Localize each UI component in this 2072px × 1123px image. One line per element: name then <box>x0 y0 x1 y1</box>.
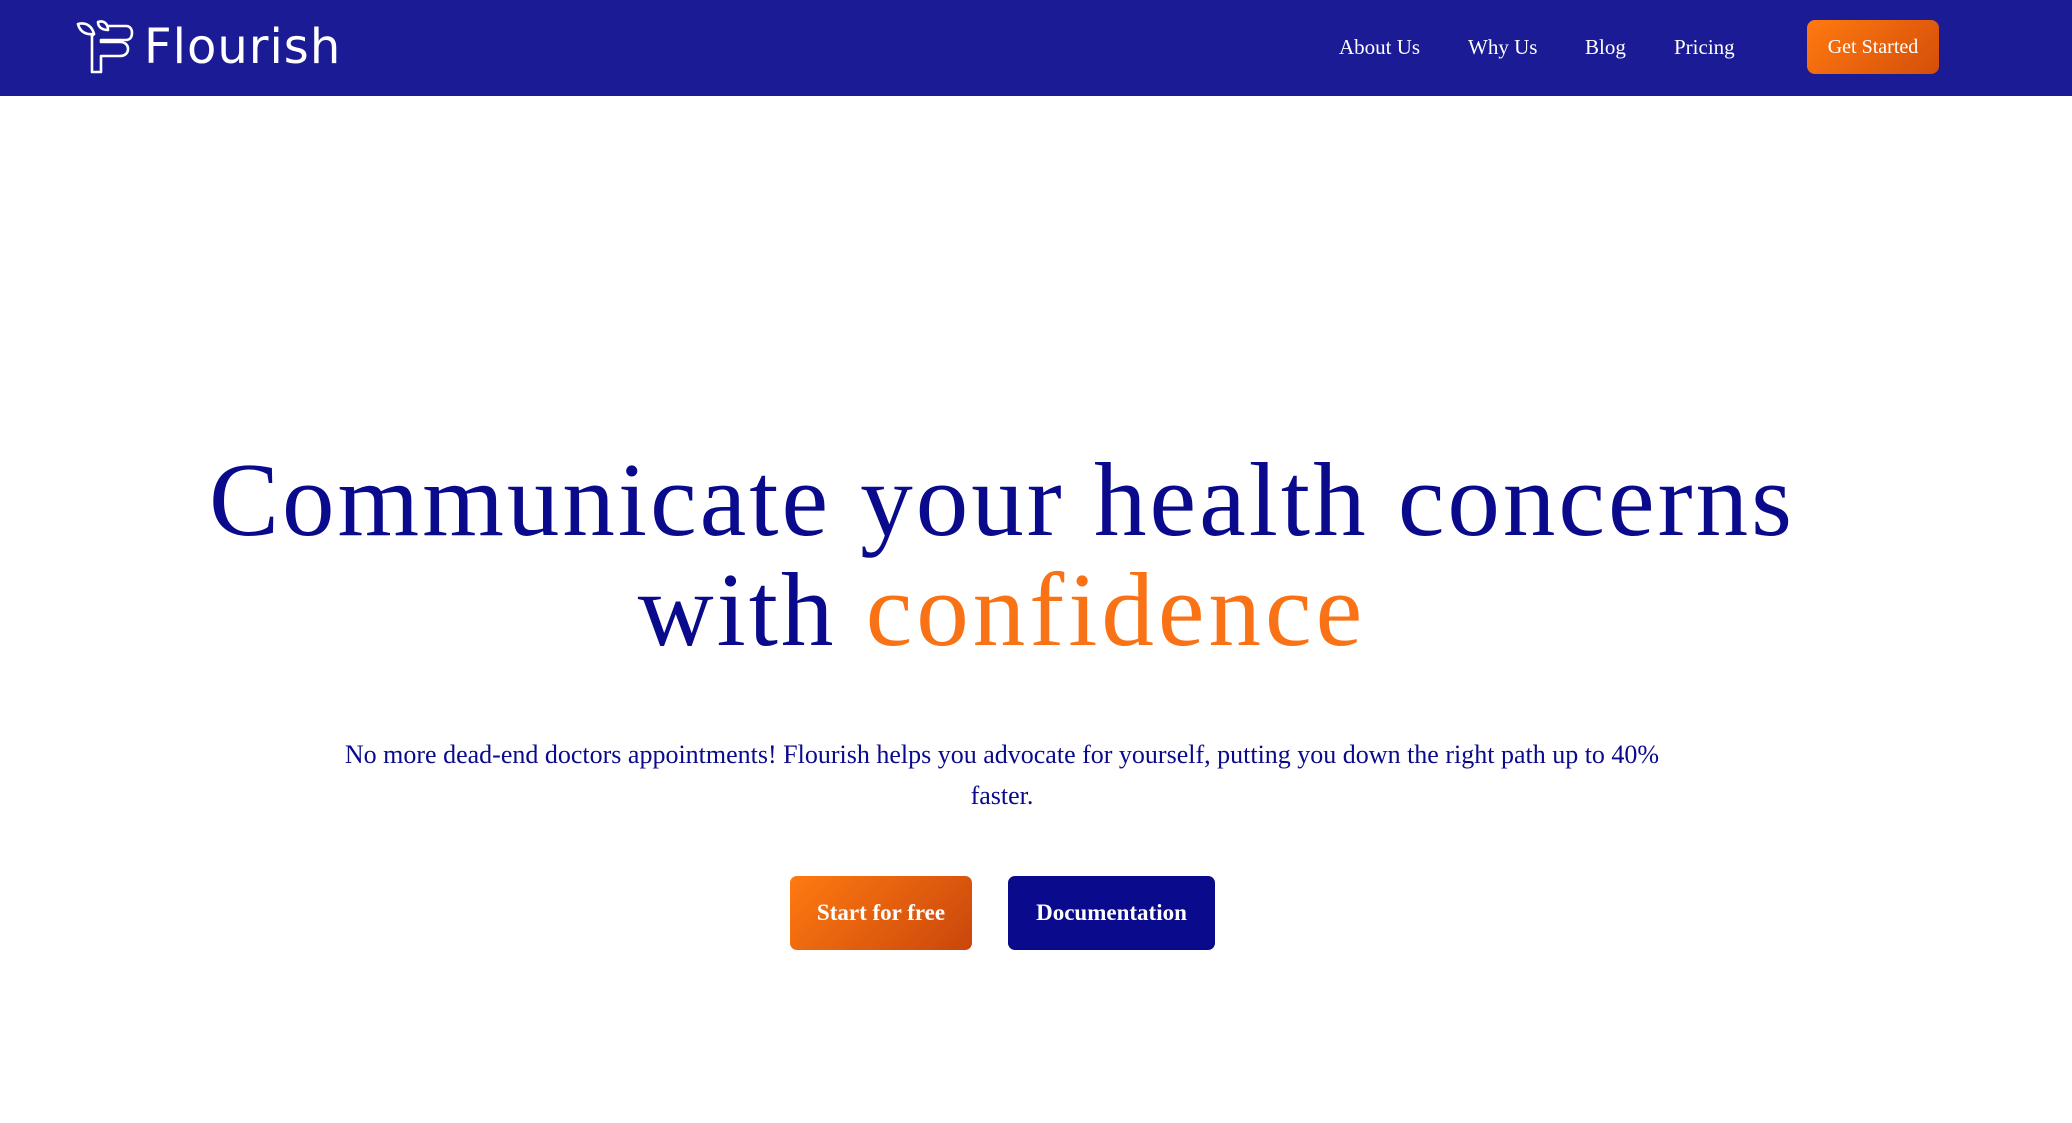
brand-name: Flourish <box>144 19 342 75</box>
brand-logo[interactable]: Flourish <box>74 18 341 76</box>
hero-subtitle: No more dead-end doctors appointments! F… <box>344 740 1660 810</box>
leaf-f-logo-icon <box>76 20 134 74</box>
hero-title-line1: Communicate your health concerns <box>209 441 1795 558</box>
nav-link-about-us[interactable]: About Us <box>1339 30 1420 64</box>
nav-link-pricing[interactable]: Pricing <box>1674 30 1735 64</box>
start-for-free-button[interactable]: Start for free <box>790 876 972 950</box>
hero-title-accent: confidence <box>865 551 1367 668</box>
top-navbar: Flourish About Us Why Us Blog Pricing Ge… <box>0 0 2072 96</box>
documentation-button[interactable]: Documentation <box>1008 876 1215 950</box>
get-started-button[interactable]: Get Started <box>1807 20 1939 74</box>
nav-link-why-us[interactable]: Why Us <box>1468 30 1537 64</box>
nav-link-blog[interactable]: Blog <box>1585 30 1626 64</box>
hero-title: Communicate your health concerns with co… <box>0 445 2004 665</box>
hero-title-prefix: with <box>637 551 837 668</box>
